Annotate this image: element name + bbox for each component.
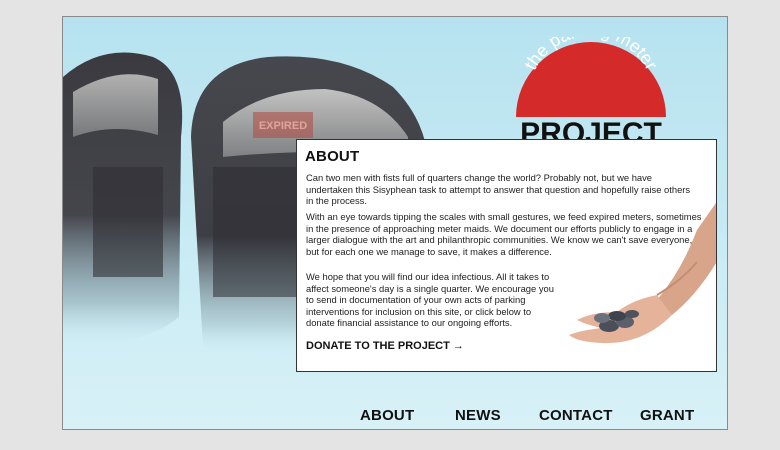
expired-text: EXPIRED	[259, 120, 307, 132]
coin	[594, 313, 610, 323]
main-nav: ABOUT NEWS CONTACT GRANT	[63, 407, 727, 429]
nav-grant[interactable]: GRANT	[640, 407, 694, 424]
nav-about[interactable]: ABOUT	[360, 407, 414, 424]
hand-with-coins-image	[569, 202, 716, 344]
coin	[608, 311, 626, 321]
nav-news[interactable]: NEWS	[455, 407, 501, 424]
nav-contact[interactable]: CONTACT	[539, 407, 613, 424]
page-frame: EXPIRED the parking meter PROJECT ABOUT …	[62, 16, 728, 430]
left-meter	[63, 52, 183, 347]
donate-link[interactable]: DONATE TO THE PROJECT →	[306, 340, 464, 352]
coin	[625, 310, 639, 318]
about-panel: ABOUT Can two men with fists full of qua…	[296, 139, 717, 372]
about-heading: ABOUT	[305, 148, 360, 165]
logo[interactable]: the parking meter PROJECT	[516, 37, 666, 152]
about-paragraph-3: We hope that you will find our idea infe…	[306, 271, 554, 328]
